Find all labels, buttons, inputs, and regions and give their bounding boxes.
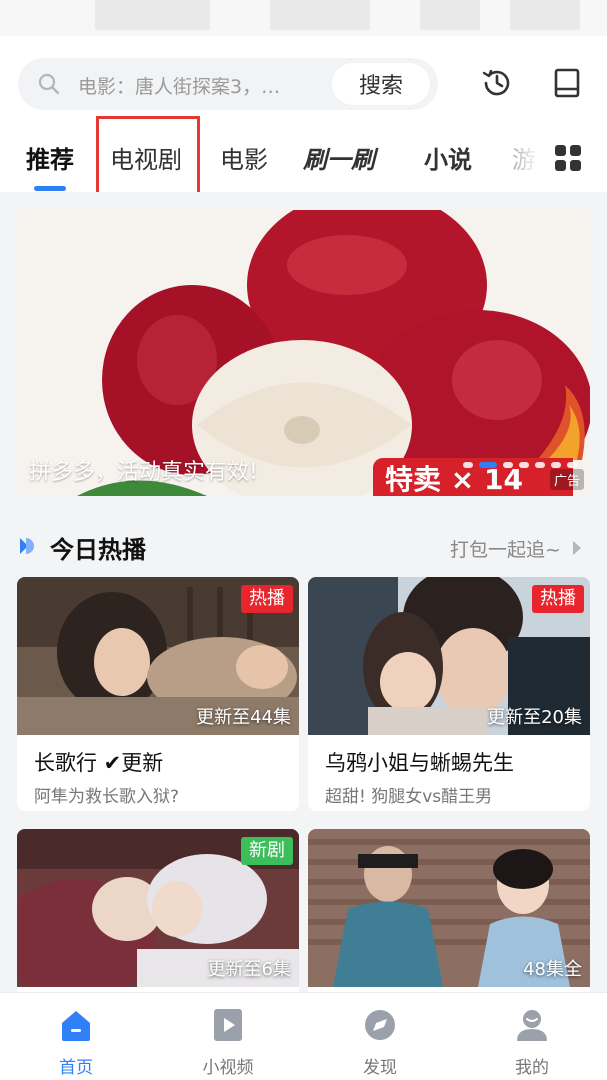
nav-profile[interactable]: 我的 <box>456 993 607 1080</box>
short-video-icon <box>214 1009 242 1041</box>
section-more-link[interactable]: 打包一起追~ <box>450 535 561 562</box>
nav-label: 首页 <box>59 1058 93 1078</box>
nav-label: 我的 <box>515 1058 549 1078</box>
profile-icon <box>517 1010 547 1041</box>
card-episode-count: 更新至6集 <box>207 959 291 980</box>
card-thumbnail: 新剧 更新至6集 <box>17 829 299 987</box>
drama-card[interactable]: 热播 更新至44集 长歌行 ✔更新 阿隼为救长歌入狱? <box>17 577 299 811</box>
tab-movie[interactable]: 电影 <box>220 140 268 175</box>
search-button[interactable]: 搜索 <box>332 63 430 105</box>
tab-novel[interactable]: 小说 <box>424 140 472 175</box>
card-episode-count: 更新至20集 <box>487 707 582 728</box>
card-badge: 新剧 <box>241 837 293 865</box>
nav-discover[interactable]: 发现 <box>304 993 456 1080</box>
card-episode-count: 更新至44集 <box>196 707 291 728</box>
pagination-dot <box>551 462 561 468</box>
search-icon <box>38 73 60 95</box>
drama-card[interactable]: 48集全 <box>308 829 590 999</box>
card-subtitle: 超甜! 狗腿女vs醋王男 <box>325 787 493 807</box>
status-bar <box>0 0 607 36</box>
nav-label: 小视频 <box>202 1058 254 1078</box>
card-episode-count: 48集全 <box>523 959 582 980</box>
card-subtitle: 阿隼为救长歌入狱? <box>34 787 180 807</box>
banner-caption: 拼多多，活动真实有效! <box>29 460 258 485</box>
card-badge: 热播 <box>241 585 293 613</box>
pagination-dot <box>519 462 529 468</box>
drama-card[interactable]: 新剧 更新至6集 <box>17 829 299 999</box>
pagination-dot <box>503 462 513 468</box>
compass-icon <box>365 1010 395 1040</box>
pagination-dot <box>479 462 497 468</box>
ad-banner[interactable]: 特卖 × 14 拼多多，活动真实有效! 广告 <box>17 210 590 496</box>
section-title: 今日热播 <box>50 536 146 564</box>
pagination-dot <box>535 462 545 468</box>
active-tab-indicator <box>34 186 66 191</box>
card-thumbnail: 48集全 <box>308 829 590 987</box>
grid-icon[interactable] <box>553 143 583 173</box>
ad-label: 广告 <box>549 469 584 490</box>
history-icon[interactable] <box>480 66 514 100</box>
card-thumbnail: 热播 更新至44集 <box>17 577 299 735</box>
drama-card[interactable]: 热播 更新至20集 乌鸦小姐与蜥蜴先生 超甜! 狗腿女vs醋王男 <box>308 577 590 811</box>
card-thumbnail: 热播 更新至20集 <box>308 577 590 735</box>
search-bar[interactable]: 电影：唐人街探案3，… 搜索 <box>18 58 438 110</box>
section-marker-icon <box>20 538 34 554</box>
nav-home[interactable]: 首页 <box>0 993 152 1080</box>
nav-label: 发现 <box>363 1058 397 1078</box>
bookshelf-icon[interactable] <box>550 66 584 100</box>
pagination-dot <box>463 462 473 468</box>
card-title: 乌鸦小姐与蜥蜴先生 <box>325 751 514 775</box>
nav-short-video[interactable]: 小视频 <box>152 993 304 1080</box>
chevron-right-icon <box>573 541 581 555</box>
card-badge: 热播 <box>532 585 584 613</box>
card-title: 长歌行 ✔更新 <box>34 751 164 775</box>
tab-shuayishua[interactable]: 刷一刷 <box>303 140 375 175</box>
bottom-nav: 首页 小视频 发现 我的 <box>0 992 607 1080</box>
pagination-dot <box>567 462 577 468</box>
home-icon <box>62 1011 90 1041</box>
tab-fade <box>505 132 547 188</box>
search-input[interactable]: 电影：唐人街探案3，… <box>78 72 333 96</box>
tab-recommend[interactable]: 推荐 <box>26 140 74 175</box>
